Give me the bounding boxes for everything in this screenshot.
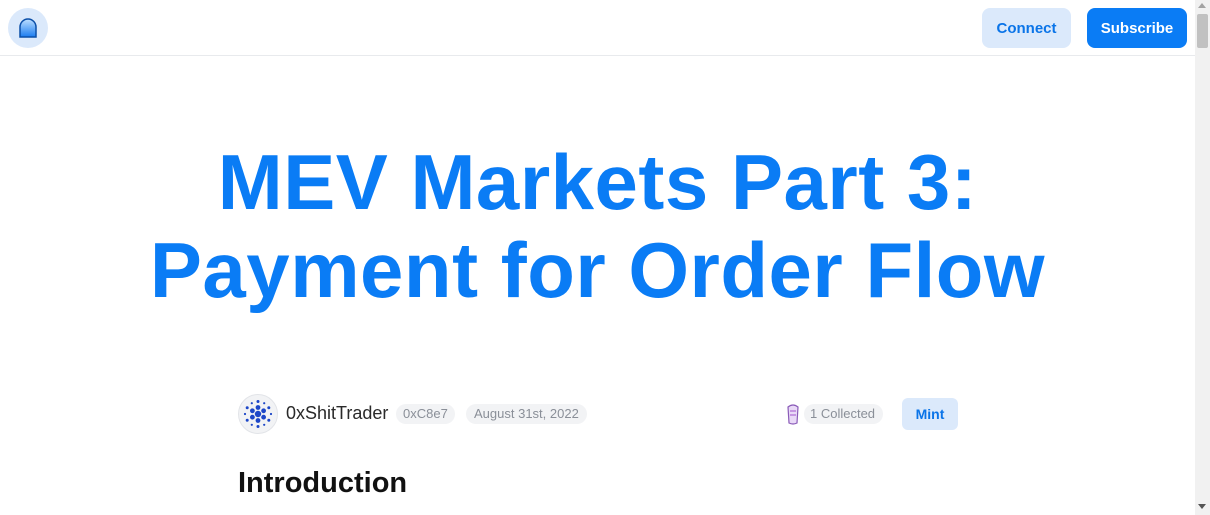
article-title-line-2: Payment for Order Flow <box>149 226 1046 314</box>
author-name[interactable]: 0xShitTrader <box>286 403 388 424</box>
publish-date-badge: August 31st, 2022 <box>466 404 587 424</box>
article-title: MEV Markets Part 3: Payment for Order Fl… <box>0 138 1195 314</box>
mirror-logo-icon[interactable] <box>8 8 48 48</box>
author-avatar[interactable] <box>238 394 278 434</box>
scroll-thumb[interactable] <box>1197 14 1208 48</box>
collected-count-badge[interactable]: 1 Collected <box>804 404 884 424</box>
top-bar: Connect Subscribe <box>0 0 1195 56</box>
article-title-line-1: MEV Markets Part 3: <box>217 138 978 226</box>
author-address-badge[interactable]: 0xC8e7 <box>396 404 455 424</box>
collect-icon <box>784 403 802 425</box>
scroll-up-arrow-icon[interactable] <box>1198 3 1206 8</box>
connect-button[interactable]: Connect <box>982 8 1071 48</box>
scrollbar[interactable] <box>1195 0 1210 515</box>
section-heading: Introduction <box>238 467 408 499</box>
subscribe-button[interactable]: Subscribe <box>1087 8 1187 48</box>
article-meta: 0xShitTrader 0xC8e7 August 31st, 2022 1 … <box>238 394 958 434</box>
scroll-down-arrow-icon[interactable] <box>1198 504 1206 509</box>
mint-button[interactable]: Mint <box>902 398 958 430</box>
